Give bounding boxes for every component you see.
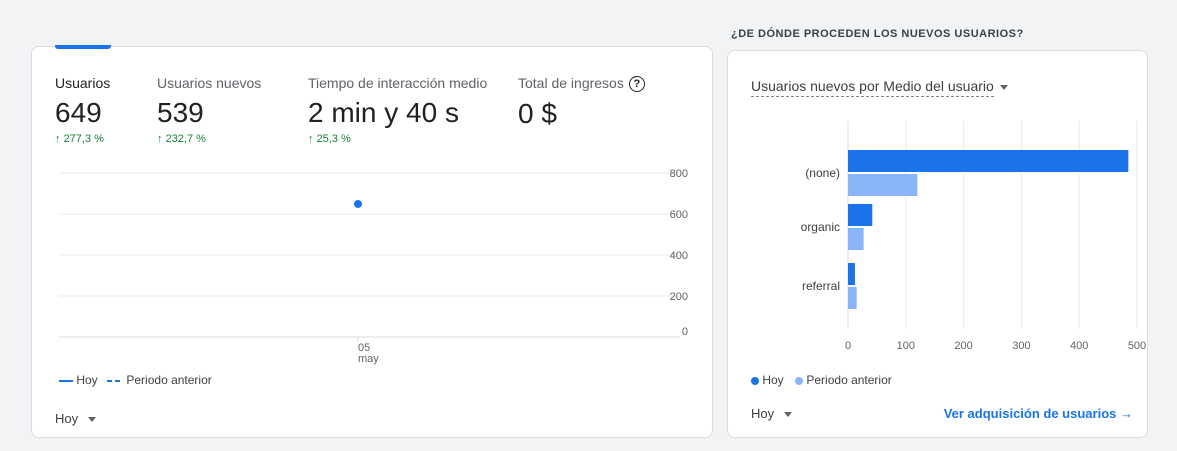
legend-dot-current bbox=[751, 376, 759, 385]
legend-line-current bbox=[59, 379, 73, 382]
x-tick-label-month: may bbox=[358, 353, 379, 365]
category-label: referral bbox=[802, 279, 840, 293]
bar-previous bbox=[848, 228, 864, 250]
x-tick-label: 100 bbox=[897, 340, 915, 352]
chevron-down-icon bbox=[88, 417, 97, 423]
view-user-acquisition-link[interactable]: Ver adquisición de usuarios → bbox=[944, 406, 1133, 421]
legend-label-current: Hoy bbox=[762, 373, 784, 387]
date-range-dropdown[interactable]: Hoy bbox=[55, 411, 97, 426]
bar-current bbox=[848, 263, 855, 285]
users-line-chart: 800600400200005may bbox=[59, 168, 688, 365]
overview-card: Usuarios 649 ↑ 277,3 % Usuarios nuevos 5… bbox=[31, 45, 713, 438]
date-range-label: Hoy bbox=[55, 411, 79, 426]
line-chart-legend: Hoy Periodo anterior bbox=[59, 373, 212, 387]
legend-label-current: Hoy bbox=[76, 373, 98, 387]
legend-dot-previous bbox=[795, 376, 804, 385]
date-range-dropdown[interactable]: Hoy bbox=[751, 406, 793, 421]
x-tick-label: 400 bbox=[1070, 340, 1088, 352]
legend-label-previous: Periodo anterior bbox=[126, 373, 212, 387]
legend-line-previous bbox=[107, 379, 124, 382]
bar-current bbox=[848, 204, 873, 226]
bar-current bbox=[848, 150, 1129, 172]
x-tick-label: 0 bbox=[845, 340, 851, 352]
acquisition-bar-chart: 0 100 200 300 400 500 (none) organic referral bbox=[801, 121, 1146, 352]
category-label: organic bbox=[801, 220, 840, 234]
y-tick-label: 400 bbox=[670, 250, 688, 262]
bar-previous bbox=[848, 174, 918, 196]
x-tick-label: 500 bbox=[1128, 340, 1146, 352]
arrow-right-icon: → bbox=[1120, 406, 1133, 421]
bar-previous bbox=[848, 287, 857, 309]
acquisition-card: Usuarios nuevos por Medio del usuario 01… bbox=[727, 50, 1148, 438]
y-tick-label: 800 bbox=[670, 168, 688, 180]
data-point bbox=[354, 199, 362, 208]
y-tick-label: 600 bbox=[670, 209, 688, 221]
legend-label-previous: Periodo anterior bbox=[806, 373, 892, 387]
y-tick-label: 0 bbox=[682, 326, 688, 338]
section-title: ¿DE DÓNDE PROCEDEN LOS NUEVOS USUARIOS? bbox=[731, 28, 1024, 40]
bar-chart-legend: Hoy Periodo anterior bbox=[751, 373, 892, 387]
y-tick-label: 200 bbox=[670, 291, 688, 303]
chevron-down-icon bbox=[784, 412, 793, 418]
date-range-label: Hoy bbox=[751, 406, 775, 421]
category-label: (none) bbox=[805, 166, 840, 180]
x-tick-label: 200 bbox=[954, 340, 972, 352]
link-label: Ver adquisición de usuarios bbox=[943, 406, 1117, 421]
x-tick-label: 300 bbox=[1012, 340, 1030, 352]
